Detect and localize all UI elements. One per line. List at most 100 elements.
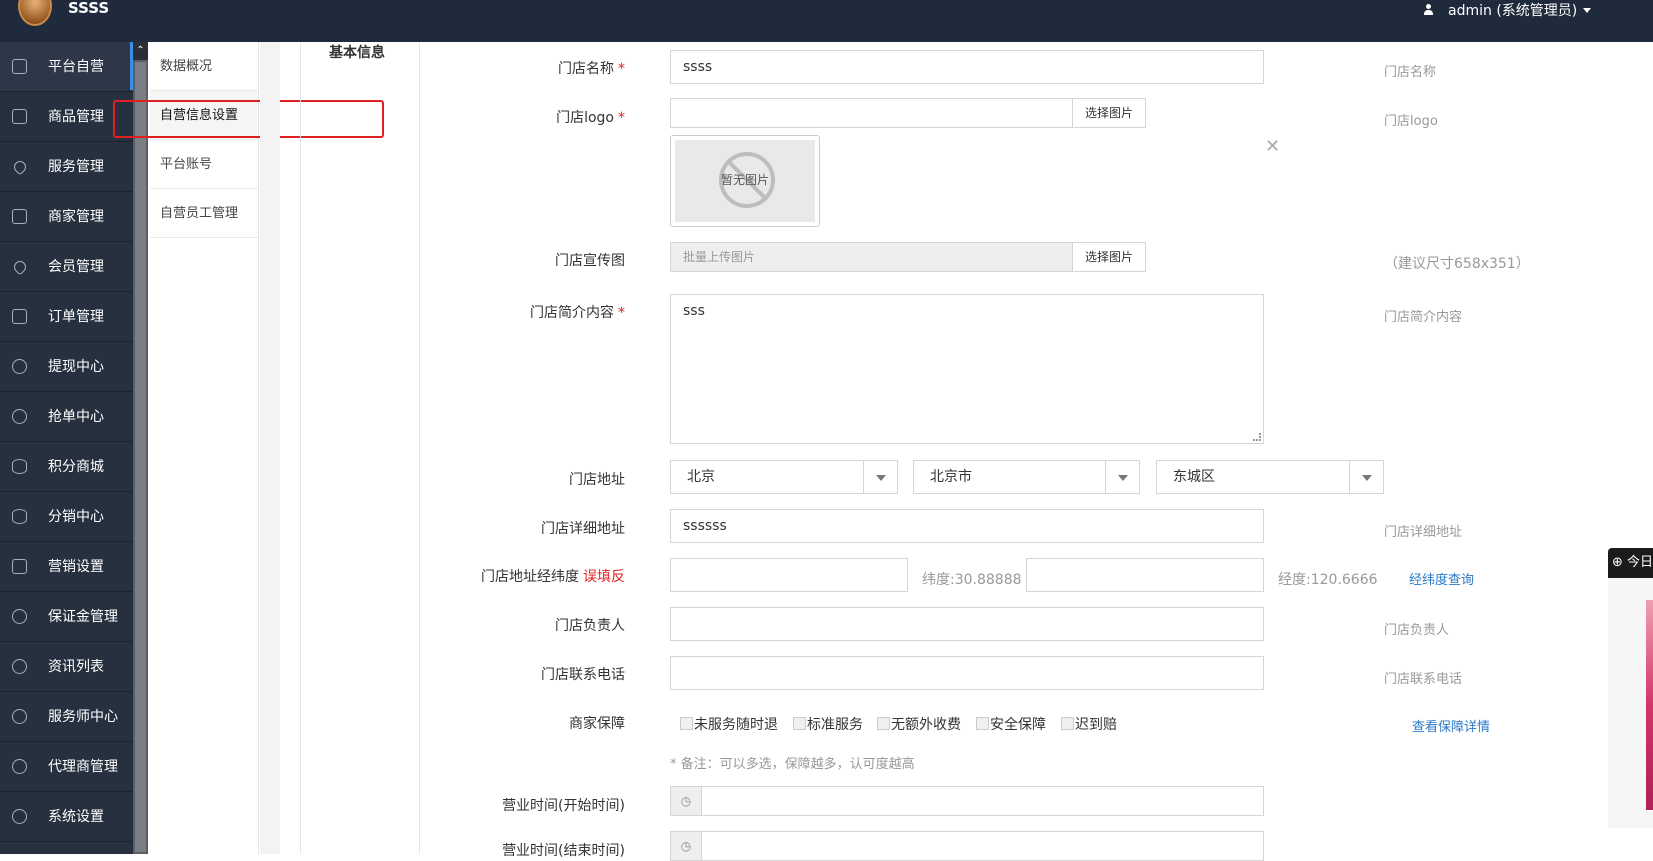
- logo-pick-button[interactable]: 选择图片: [1072, 98, 1146, 128]
- banner-input[interactable]: 批量上传图片: [670, 242, 1073, 272]
- close-time-label: 营业时间(结束时间): [502, 843, 625, 859]
- address-label: 门店地址: [569, 472, 625, 488]
- intro-hint: 门店简介内容: [1384, 310, 1463, 325]
- list-icon: [12, 309, 27, 324]
- sidebar-item-points-mall[interactable]: 积分商城: [0, 442, 133, 492]
- clock-icon: ◷: [671, 787, 702, 815]
- close-time-input[interactable]: ◷: [670, 831, 1264, 861]
- sidebar-item-deposit[interactable]: 保证金管理: [0, 592, 133, 642]
- banner-pick-button[interactable]: 选择图片: [1072, 242, 1146, 272]
- intro-text: sss: [683, 303, 705, 319]
- detail-address-input[interactable]: ssssss: [670, 509, 1264, 543]
- sidebar-item-products[interactable]: 商品管理: [0, 92, 133, 142]
- checkbox[interactable]: [1061, 717, 1074, 730]
- sidebar-item-label: 抢单中心: [48, 409, 104, 425]
- gift-icon: [12, 559, 27, 574]
- guarantee-option-standard[interactable]: 标准服务: [793, 714, 863, 734]
- sidebar-item-label: 积分商城: [48, 459, 104, 475]
- resize-handle-icon[interactable]: [1253, 433, 1261, 441]
- brand-avatar: [18, 0, 52, 26]
- submenu-item-staff[interactable]: 自营员工管理: [150, 189, 258, 238]
- submenu-item-self-info[interactable]: 自营信息设置: [150, 91, 258, 140]
- sidebar-item-settings[interactable]: 系统设置: [0, 792, 133, 842]
- sub-menu: 数据概况 自营信息设置 平台账号 自营员工管理: [150, 42, 259, 854]
- money-bag-icon: [12, 359, 27, 374]
- shield-icon: [12, 759, 27, 774]
- guarantee-details-link[interactable]: 查看保障详情: [1412, 716, 1490, 735]
- sidebar-item-marketing[interactable]: 营销设置: [0, 542, 133, 592]
- coords-lookup-link[interactable]: 经纬度查询: [1409, 569, 1474, 588]
- guarantee-option-safety[interactable]: 安全保障: [976, 714, 1046, 734]
- checkbox[interactable]: [877, 717, 890, 730]
- user-icon: [1423, 4, 1434, 16]
- manager-label: 门店负责人: [555, 618, 625, 634]
- database-icon: [12, 509, 27, 524]
- sidebar-item-label: 营销设置: [48, 559, 104, 575]
- city-select[interactable]: 北京市: [913, 460, 1140, 494]
- guarantee-option-refund[interactable]: 未服务随时退: [680, 714, 778, 734]
- scroll-up-icon[interactable]: ⌃: [133, 42, 148, 60]
- sidebar-item-orders[interactable]: 订单管理: [0, 292, 133, 342]
- sidebar-scrollbar[interactable]: ⌃: [133, 42, 148, 854]
- phone-input[interactable]: [670, 656, 1264, 690]
- phone-hint: 门店联系电话: [1384, 672, 1463, 687]
- no-image-text: 暂无图片: [720, 173, 769, 187]
- sidebar-item-services[interactable]: 服务管理: [0, 142, 133, 192]
- store-icon: [12, 209, 27, 224]
- checkbox[interactable]: [793, 717, 806, 730]
- sidebar-item-news[interactable]: 资讯列表: [0, 642, 133, 692]
- latitude-text: 纬度:30.88888: [922, 572, 1022, 588]
- manager-input[interactable]: [670, 607, 1264, 641]
- checkbox[interactable]: [976, 717, 989, 730]
- sidebar-item-grab-orders[interactable]: 抢单中心: [0, 392, 133, 442]
- sidebar-item-withdraw[interactable]: 提现中心: [0, 342, 133, 392]
- sidebar-item-platform[interactable]: 平台自营: [0, 42, 133, 92]
- submenu-item-platform-account[interactable]: 平台账号: [150, 140, 258, 189]
- guarantee-option-no-extra-fee[interactable]: 无额外收费: [877, 714, 961, 734]
- logo-path-input[interactable]: [670, 98, 1073, 128]
- sidebar-item-label: 提现中心: [48, 359, 104, 375]
- user-menu[interactable]: admin (系统管理员): [1423, 0, 1592, 22]
- sidebar-item-label: 会员管理: [48, 259, 104, 275]
- sidebar-item-distribution[interactable]: 分销中心: [0, 492, 133, 542]
- store-name-input[interactable]: ssss: [670, 50, 1264, 84]
- floating-widget[interactable]: ⊕ 今日: [1608, 548, 1653, 828]
- sidebar-item-label: 商品管理: [48, 109, 104, 125]
- intro-textarea[interactable]: sss: [670, 294, 1264, 444]
- section-column: 基本信息: [300, 42, 420, 854]
- district-select[interactable]: 东城区: [1156, 460, 1384, 494]
- logo-hint: 门店logo: [1384, 114, 1438, 129]
- sidebar-item-agents[interactable]: 代理商管理: [0, 742, 133, 792]
- shield-icon: [12, 659, 27, 674]
- sidebar-item-members[interactable]: 会员管理: [0, 242, 133, 292]
- cube-icon: [12, 109, 27, 124]
- checkbox[interactable]: [680, 717, 693, 730]
- open-time-input[interactable]: ◷: [670, 786, 1264, 816]
- logo-label: 门店logo *: [556, 110, 625, 126]
- sidebar-item-label: 代理商管理: [48, 759, 118, 775]
- submenu-item-overview[interactable]: 数据概况: [150, 42, 258, 91]
- content-gutter: [260, 42, 280, 854]
- guarantee-label: 商家保障: [569, 716, 625, 732]
- banner-label: 门店宣传图: [555, 253, 625, 269]
- scroll-thumb[interactable]: [135, 62, 146, 852]
- widget-image: [1646, 600, 1653, 810]
- open-time-label: 营业时间(开始时间): [502, 798, 625, 814]
- manager-hint: 门店负责人: [1384, 623, 1450, 638]
- guarantee-option-late-compensation[interactable]: 迟到赔: [1061, 714, 1117, 734]
- phone-label: 门店联系电话: [541, 667, 625, 683]
- clock-icon: ◷: [671, 832, 702, 860]
- province-select[interactable]: 北京: [670, 460, 898, 494]
- guarantee-note: * 备注：可以多选，保障越多，认可度越高: [670, 757, 915, 772]
- sidebar-item-label: 商家管理: [48, 209, 104, 225]
- sidebar-item-label: 保证金管理: [48, 609, 118, 625]
- store-name-hint: 门店名称: [1384, 65, 1437, 80]
- longitude-input[interactable]: [1026, 558, 1264, 592]
- sidebar-item-merchants[interactable]: 商家管理: [0, 192, 133, 242]
- sidebar-item-label: 服务师中心: [48, 709, 118, 725]
- sidebar-item-technicians[interactable]: 服务师中心: [0, 692, 133, 742]
- close-icon[interactable]: ✕: [1265, 136, 1280, 157]
- latitude-input[interactable]: [670, 558, 908, 592]
- chevron-down-icon: [1105, 461, 1139, 493]
- section-title: 基本信息: [329, 45, 385, 61]
